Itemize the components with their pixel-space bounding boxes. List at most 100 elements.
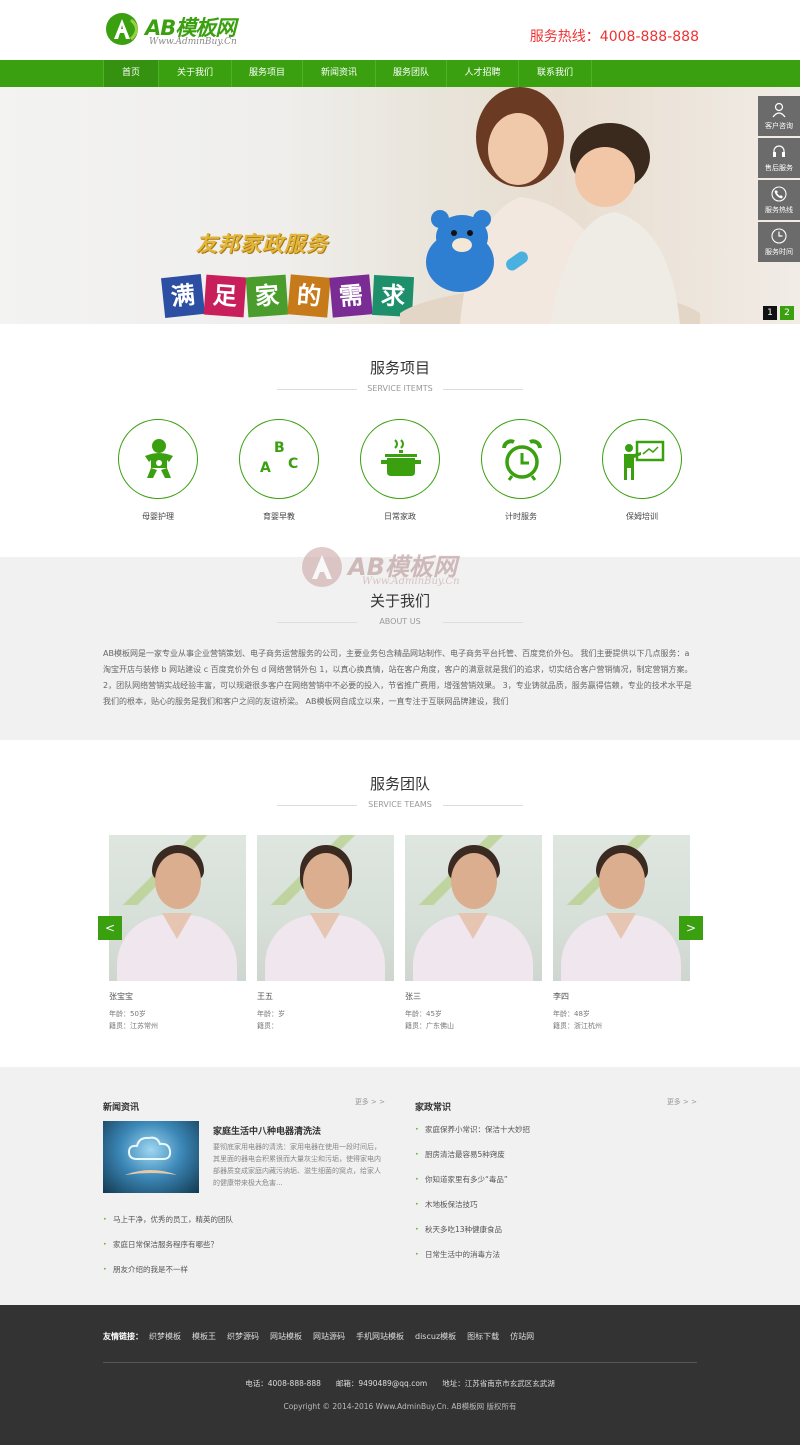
main-nav: 首页 关于我们 服务项目 新闻资讯 服务团队 人才招聘 联系我们: [0, 60, 800, 87]
banner-pager: 1 2: [760, 306, 794, 320]
news-list-item[interactable]: 朋友介绍的我是不一样: [103, 1257, 385, 1282]
friend-link[interactable]: 仿站网: [510, 1331, 534, 1342]
member-name: 李四: [553, 992, 569, 1001]
pager-dot-2[interactable]: 2: [780, 306, 794, 320]
friend-link[interactable]: 图标下载: [467, 1331, 499, 1342]
tips-list-item[interactable]: 你知道家里有多少“毒品”: [415, 1167, 697, 1192]
svg-text:C: C: [288, 456, 298, 472]
tips-list-item[interactable]: 木地板保洁技巧: [415, 1192, 697, 1217]
friend-link[interactable]: 模板王: [192, 1331, 216, 1342]
service-label: 计时服务: [505, 512, 537, 521]
service-item[interactable]: B A C 育婴早教: [239, 419, 319, 522]
friend-link[interactable]: discuz模板: [415, 1331, 456, 1342]
friend-links-label: 友情链接：: [103, 1332, 143, 1341]
member-age: 年龄：45岁: [405, 1010, 442, 1018]
services-subtitle: SERVICE ITEMTS: [0, 384, 800, 393]
services-section: 服务项目 SERVICE ITEMTS 母婴护理 B A C 育婴早教 日常家政…: [0, 324, 800, 557]
tips-list-item[interactable]: 厨房清洁最容易5种窍废: [415, 1142, 697, 1167]
service-label: 保姆培训: [626, 512, 658, 521]
team-member-card[interactable]: 张宝宝 年龄：50岁 籍贯：江苏常州: [109, 835, 246, 1032]
header-hotline: 服务热线：4008-888-888: [529, 29, 699, 45]
service-item[interactable]: 日常家政: [360, 419, 440, 522]
banner-family-image: [400, 87, 700, 324]
nav-item-news[interactable]: 新闻资讯: [303, 60, 376, 87]
friend-link[interactable]: 网站源码: [313, 1331, 345, 1342]
watermark-logo: AB模板网 Www.AdminBuy.Cn: [300, 541, 510, 593]
news-featured-title[interactable]: 家庭生活中八种电器清洗法: [213, 1124, 321, 1137]
svg-text:A: A: [260, 460, 271, 476]
banner-tile: 满: [161, 274, 205, 318]
friend-link[interactable]: 织梦模板: [149, 1331, 181, 1342]
friend-link[interactable]: 织梦源码: [227, 1331, 259, 1342]
service-item[interactable]: 母婴护理: [118, 419, 198, 522]
pager-dot-1[interactable]: 1: [763, 306, 777, 320]
sidefloat-label: 客户咨询: [765, 122, 793, 130]
team-member-card[interactable]: 张三 年龄：45岁 籍贯：广东佛山: [405, 835, 542, 1032]
banner-tile: 足: [203, 274, 247, 318]
sidefloat-consult[interactable]: 客户咨询: [758, 96, 800, 136]
member-photo: [553, 835, 690, 981]
banner-tiles: 满 足 家 的 需 求: [161, 274, 415, 318]
banner-title: 友邦家政服务: [196, 232, 328, 256]
friend-link[interactable]: 手机网站模板: [356, 1331, 404, 1342]
sidefloat-label: 服务热线: [765, 206, 793, 214]
phone-icon: [771, 186, 787, 202]
site-header: AB模板网 Www.AdminBuy.Cn 服务热线：4008-888-888: [0, 0, 800, 60]
cloud-hand-icon: [125, 1136, 177, 1175]
team-section: 服务团队 SERVICE TEAMS 张宝宝 年龄：50岁 籍贯：江苏常州 王五…: [0, 740, 800, 1067]
news-column: 新闻资讯 更多 > > 家庭生活中八种电器清洗法 要彻底家用电器的清洗：家用电器…: [103, 1097, 385, 1282]
hero-banner[interactable]: 友邦家政服务 满 足 家 的 需 求 1 2: [0, 87, 800, 324]
nav-item-services[interactable]: 服务项目: [232, 60, 303, 87]
friend-link[interactable]: 网站模板: [270, 1331, 302, 1342]
team-next-button[interactable]: >: [679, 916, 703, 940]
sidefloat-aftersales[interactable]: 售后服务: [758, 138, 800, 178]
tips-title: 家政常识: [415, 1103, 452, 1113]
nav-item-home[interactable]: 首页: [103, 60, 159, 87]
nav-item-contact[interactable]: 联系我们: [519, 60, 592, 87]
team-member-card[interactable]: 王五 年龄：岁 籍贯：: [257, 835, 394, 1032]
news-section: 新闻资讯 更多 > > 家庭生活中八种电器清洗法 要彻底家用电器的清洗：家用电器…: [0, 1067, 800, 1305]
news-more-link[interactable]: 更多 > >: [355, 1097, 385, 1107]
about-subtitle: ABOUT US: [0, 617, 800, 626]
footer-divider: [103, 1362, 697, 1363]
teacher-icon: [624, 440, 665, 480]
member-origin: 籍贯：: [257, 1022, 278, 1030]
services-title: 服务项目: [369, 359, 430, 377]
sidefloat-hours[interactable]: 服务时间: [758, 222, 800, 262]
tips-list-item[interactable]: 秋天多吃13种健康食品: [415, 1217, 697, 1242]
member-photo: [405, 835, 542, 981]
nav-item-team[interactable]: 服务团队: [376, 60, 447, 87]
service-item[interactable]: 计时服务: [481, 419, 561, 522]
news-featured-image: [103, 1121, 199, 1193]
clock-icon: [771, 228, 787, 244]
pot-icon: [381, 439, 421, 476]
service-label: 母婴护理: [142, 512, 174, 521]
service-item[interactable]: 保姆培训: [602, 419, 682, 522]
member-age: 年龄：48岁: [553, 1010, 590, 1018]
news-title: 新闻资讯: [103, 1103, 140, 1113]
banner-tile: 家: [245, 274, 289, 318]
tips-list-item[interactable]: 日常生活中的消毒方法: [415, 1242, 697, 1267]
member-name: 张三: [405, 992, 421, 1001]
site-logo[interactable]: AB模板网 Www.AdminBuy.Cn: [105, 10, 255, 50]
member-origin: 籍贯：江苏常州: [109, 1022, 158, 1030]
tips-more-link[interactable]: 更多 > >: [667, 1097, 697, 1107]
member-photo: [257, 835, 394, 981]
nav-item-about[interactable]: 关于我们: [159, 60, 232, 87]
news-list-item[interactable]: 马上干净，优秀的员工，精英的团队: [103, 1207, 385, 1232]
team-title: 服务团队: [369, 775, 430, 793]
site-footer: 友情链接： 织梦模板 模板王 织梦源码 网站模板 网站源码 手机网站模板 dis…: [0, 1305, 800, 1445]
member-origin: 籍贯：浙江杭州: [553, 1022, 602, 1030]
sidefloat-hotline[interactable]: 服务热线: [758, 180, 800, 220]
team-member-card[interactable]: 李四 年龄：48岁 籍贯：浙江杭州: [553, 835, 690, 1032]
abc-icon: B A C: [260, 440, 298, 476]
member-name: 王五: [257, 992, 273, 1001]
about-title: 关于我们: [369, 592, 430, 610]
team-prev-button[interactable]: <: [98, 916, 122, 940]
service-label: 日常家政: [384, 512, 416, 521]
headset-icon: [773, 145, 785, 157]
news-list-item[interactable]: 家庭日常保洁服务程序有哪些？: [103, 1232, 385, 1257]
nav-item-jobs[interactable]: 人才招聘: [447, 60, 519, 87]
tips-list-item[interactable]: 家庭保养小常识：保洁十大妙招: [415, 1117, 697, 1142]
news-featured[interactable]: 家庭生活中八种电器清洗法 要彻底家用电器的清洗：家用电器在使用一段时间后，其里面…: [103, 1121, 385, 1195]
